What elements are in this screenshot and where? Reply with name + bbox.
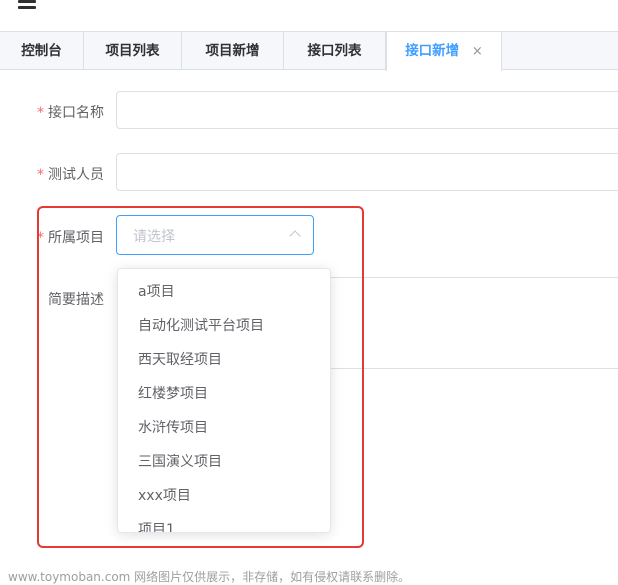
tab-interface-add[interactable]: 接口新增 ×: [386, 32, 502, 71]
tab-console[interactable]: 控制台: [0, 32, 84, 70]
highlight-annotation-box: [37, 206, 364, 548]
label-text: 测试人员: [48, 167, 104, 183]
close-icon[interactable]: ×: [472, 33, 483, 71]
tab-project-list[interactable]: 项目列表: [84, 32, 182, 70]
watermark-text: www.toymoban.com 网络图片仅供展示，非存储，如有侵权请联系删除。: [8, 570, 411, 584]
tab-label: 项目列表: [105, 43, 160, 59]
tester-input[interactable]: [116, 153, 618, 191]
tab-label: 控制台: [21, 43, 62, 59]
interface-name-label: * 接口名称: [24, 102, 104, 122]
hamburger-menu-icon[interactable]: [18, 0, 36, 9]
interface-name-input[interactable]: [116, 91, 618, 129]
required-mark: *: [37, 105, 44, 121]
tab-label: 接口新增: [405, 43, 460, 59]
tabs-bar: 控制台 项目列表 项目新增 接口列表 接口新增 ×: [0, 31, 618, 71]
tab-label: 项目新增: [205, 43, 260, 59]
tester-label: * 测试人员: [24, 164, 104, 184]
tab-project-add[interactable]: 项目新增: [182, 32, 284, 70]
label-text: 接口名称: [48, 105, 104, 121]
description-textarea[interactable]: [330, 277, 618, 369]
tab-interface-list[interactable]: 接口列表: [284, 32, 386, 70]
tab-label: 接口列表: [307, 43, 362, 59]
top-bar: [0, 0, 618, 31]
required-mark: *: [37, 167, 44, 183]
